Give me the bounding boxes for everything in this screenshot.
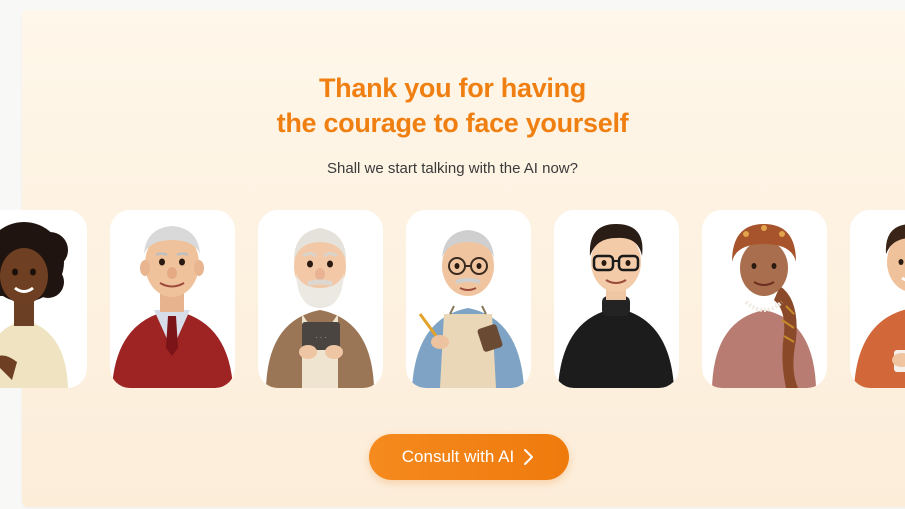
- elder-man-glasses-apron-avatar: [412, 230, 524, 388]
- hero-subtitle: Shall we start talking with the AI now?: [327, 160, 578, 177]
- hero-title-line2: the courage to face yourself: [276, 108, 629, 138]
- bearded-elder-with-book-avatar: · · ·: [266, 228, 374, 388]
- avatar-card-bearded-elder[interactable]: · · ·: [258, 210, 383, 388]
- man-orange-hoodie-avatar: [854, 224, 905, 388]
- consult-button-label: Consult with AI: [401, 447, 515, 466]
- woman-curly-hair-avatar: [0, 222, 68, 388]
- avatar-card-young-man[interactable]: [554, 210, 679, 388]
- avatar-card-elder-red[interactable]: [110, 210, 235, 388]
- page: Thank you for having the courage to face…: [0, 0, 905, 509]
- avatar-card-elder-apron[interactable]: [406, 210, 531, 388]
- avatar-card-elder-woman[interactable]: [702, 210, 827, 388]
- avatar-card-woman-curly[interactable]: [0, 210, 87, 388]
- hero-title-line1: Thank you for having: [318, 73, 587, 103]
- elderly-man-red-cardigan-avatar: [112, 226, 233, 388]
- consult-with-ai-button[interactable]: Consult with AI: [369, 434, 569, 480]
- avatar-carousel[interactable]: · · ·: [0, 210, 905, 388]
- elderly-woman-headscarf-avatar: [712, 224, 816, 388]
- avatar-card-man-hoodie[interactable]: [850, 210, 905, 388]
- svg-text:· · ·: · · ·: [315, 334, 326, 342]
- chevron-right-icon: [522, 448, 536, 466]
- young-man-glasses-black-sweater-avatar: [558, 224, 674, 388]
